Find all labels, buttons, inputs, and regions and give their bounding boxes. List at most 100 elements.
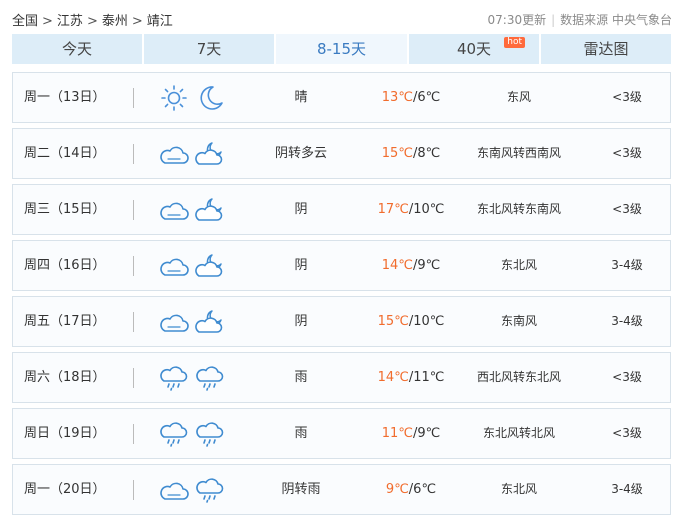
forecast-day: 周五（17日） [24, 314, 106, 329]
breadcrumb: 全国 > 江苏 > 泰州 > 靖江 [12, 10, 173, 29]
wind-level: <3级 [612, 90, 642, 104]
rain-icon [195, 364, 225, 392]
weather-icons [159, 196, 225, 224]
forecast-row: 周一（13日） 晴 13℃/6℃ 东风 <3级 [12, 72, 671, 123]
weather-icons [159, 252, 225, 280]
tab-radar[interactable]: 雷达图 [541, 34, 671, 64]
weather-description: 阴 [294, 258, 308, 273]
forecast-row: 周一（20日） 阴转雨 9℃/6℃ 东北风 3-4级 [12, 464, 671, 515]
low-temp: /10℃ [408, 202, 445, 217]
data-source-label: 数据来源 中央气象台 [560, 13, 672, 27]
forecast-day: 周六（18日） [24, 370, 106, 385]
weather-description: 阴 [294, 202, 308, 217]
wind-level: <3级 [612, 202, 642, 216]
high-temp: 15℃ [377, 314, 409, 329]
weather-description: 雨 [294, 426, 308, 441]
breadcrumb-separator: > [86, 14, 98, 29]
breadcrumb-item-province[interactable]: 江苏 [57, 14, 83, 29]
temperature-range: 15℃/10℃ [366, 297, 456, 346]
overcast-icon [159, 308, 189, 336]
wind-direction: 东北风 [500, 482, 537, 496]
tab-today[interactable]: 今天 [12, 34, 142, 64]
overcast-icon [159, 196, 189, 224]
row-divider [133, 256, 134, 276]
wind-direction: 东北风 [500, 258, 537, 272]
forecast-day: 周三（15日） [24, 202, 106, 217]
tab-label: 40天 [456, 40, 492, 58]
tab-40-day[interactable]: 40天 hot [409, 34, 539, 64]
forecast-day: 周二（14日） [24, 146, 106, 161]
weather-description: 阴 [294, 314, 308, 329]
cloud-moon-icon [195, 252, 225, 280]
row-divider [133, 88, 134, 108]
tab-8-15-day[interactable]: 8-15天 [276, 34, 407, 64]
forecast-row: 周三（15日） 阴 17℃/10℃ 东北风转东南风 <3级 [12, 184, 671, 235]
temperature-range: 9℃/6℃ [366, 465, 456, 514]
temperature-range: 11℃/9℃ [366, 409, 456, 458]
cloud-moon-icon [195, 196, 225, 224]
low-temp: /6℃ [412, 90, 441, 105]
overcast-icon [159, 476, 189, 504]
moon-icon [195, 84, 225, 112]
forecast-row: 周四（16日） 阴 14℃/9℃ 东北风 3-4级 [12, 240, 671, 291]
update-time: 07:30更新 [487, 13, 547, 27]
forecast-tabs: 今天 7天 8-15天 40天 hot 雷达图 [12, 34, 671, 64]
high-temp: 13℃ [381, 90, 413, 105]
forecast-day: 周四（16日） [24, 258, 106, 273]
forecast-row: 周五（17日） 阴 15℃/10℃ 东南风 3-4级 [12, 296, 671, 347]
wind-level: 3-4级 [611, 314, 643, 328]
high-temp: 14℃ [377, 370, 409, 385]
wind-level: <3级 [612, 370, 642, 384]
wind-direction: 东北风转北风 [482, 426, 555, 440]
temperature-range: 15℃/8℃ [366, 129, 456, 178]
weather-icons [159, 140, 225, 168]
temperature-range: 13℃/6℃ [366, 73, 456, 122]
wind-direction: 西北风转东北风 [476, 370, 561, 384]
sunny-icon [159, 84, 189, 112]
low-temp: /10℃ [408, 314, 445, 329]
row-divider [133, 424, 134, 444]
forecast-row: 周六（18日） 雨 14℃/11℃ 西北风转东北风 <3级 [12, 352, 671, 403]
high-temp: 15℃ [381, 146, 413, 161]
low-temp: /6℃ [408, 482, 437, 497]
wind-level: <3级 [612, 146, 642, 160]
forecast-list: 周一（13日）晴 13℃/6℃ 东风 <3级 周二（14日） 阴转多云 15℃/8℃ 东南风转… [12, 72, 671, 520]
temperature-range: 14℃/9℃ [366, 241, 456, 290]
high-temp: 11℃ [381, 426, 413, 441]
row-divider [133, 368, 134, 388]
weather-icons [159, 364, 225, 392]
high-temp: 17℃ [377, 202, 409, 217]
breadcrumb-item-city[interactable]: 泰州 [102, 14, 128, 29]
rain-icon [159, 364, 189, 392]
breadcrumb-item-nation[interactable]: 全国 [12, 14, 38, 29]
wind-direction: 东风 [506, 90, 531, 104]
tab-7-day[interactable]: 7天 [144, 34, 274, 64]
high-temp: 14℃ [381, 258, 413, 273]
forecast-day: 周日（19日） [24, 426, 106, 441]
overcast-icon [159, 140, 189, 168]
cloud-moon-icon [195, 308, 225, 336]
forecast-row: 周日（19日） 雨 11℃/9℃ 东北风转北风 <3级 [12, 408, 671, 459]
rain-icon [159, 420, 189, 448]
weather-description: 阴转雨 [281, 482, 321, 497]
wind-level: 3-4级 [611, 482, 643, 496]
weather-description: 晴 [294, 90, 308, 105]
forecast-day: 周一（13日） [24, 90, 106, 105]
tab-label: 雷达图 [583, 40, 629, 58]
source-divider: | [551, 13, 556, 27]
top-bar: 全国 > 江苏 > 泰州 > 靖江 07:30更新 | 数据来源 中央气象台 [12, 8, 672, 30]
wind-direction: 东北风转东南风 [476, 202, 561, 216]
weather-icons [159, 476, 225, 504]
temperature-range: 14℃/11℃ [366, 353, 456, 402]
overcast-icon [159, 252, 189, 280]
row-divider [133, 200, 134, 220]
rain-icon [195, 476, 225, 504]
tab-label: 今天 [61, 40, 92, 58]
wind-level: 3-4级 [611, 258, 643, 272]
tab-label: 8-15天 [316, 40, 367, 58]
weather-icons [159, 420, 225, 448]
hot-badge: hot [504, 37, 525, 48]
breadcrumb-separator: > [131, 14, 143, 29]
rain-icon [195, 420, 225, 448]
wind-direction: 东南风转西南风 [476, 146, 561, 160]
